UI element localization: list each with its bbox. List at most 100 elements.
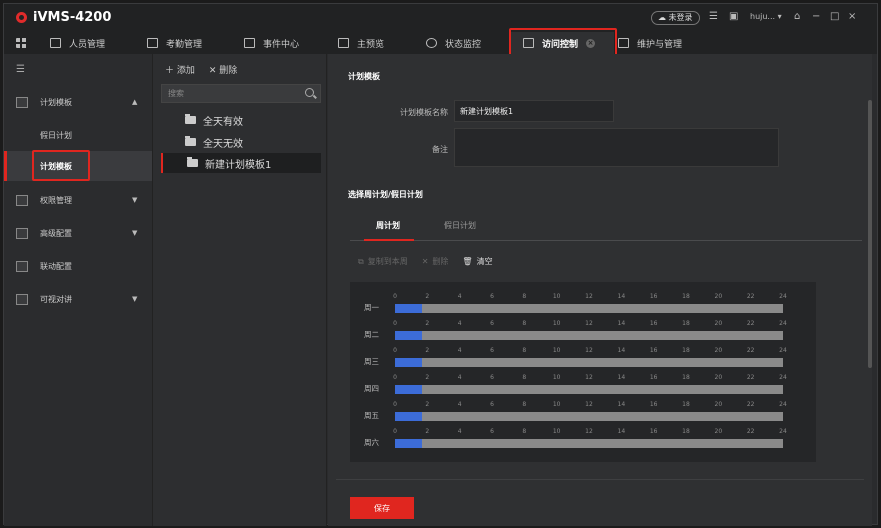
close-button[interactable]: × <box>848 12 856 22</box>
search-icon[interactable] <box>305 88 314 97</box>
day-row: 周三 0 2 4 6 8 10 12 14 16 18 20 22 24 <box>350 344 816 371</box>
hour-tick-label: 24 <box>779 428 787 435</box>
hour-tick-label: 6 <box>490 347 494 354</box>
sidebar-item-linkage[interactable]: 联动配置 <box>4 251 152 281</box>
sidebar-item-schedule-template[interactable]: 计划模板 ▲ <box>4 87 152 117</box>
day-row: 周二 0 2 4 6 8 10 12 14 16 18 20 22 24 <box>350 317 816 344</box>
search-input[interactable] <box>162 85 292 102</box>
tab-main-preview[interactable]: 主预览 <box>338 32 384 54</box>
hour-tick-label: 14 <box>617 374 626 381</box>
delete-schedule-button[interactable]: ✕ 删除 <box>422 256 449 267</box>
save-button[interactable]: 保存 <box>350 497 414 519</box>
lock-icon[interactable]: ⌂ <box>794 12 800 22</box>
list-item[interactable]: 全天有效 <box>161 110 321 130</box>
folder-icon <box>187 157 198 167</box>
hour-tick-label: 22 <box>746 401 755 408</box>
time-segment[interactable] <box>395 304 423 313</box>
time-segment[interactable] <box>395 412 423 421</box>
sidebar-item-label: 可视对讲 <box>40 294 72 304</box>
hour-tick-label: 2 <box>425 374 430 381</box>
week-schedule-grid[interactable]: 周一 0 2 4 6 8 10 12 14 16 18 20 22 24 周二 0 2 4 6 8 10 12 14 16 18… <box>350 282 816 462</box>
day-label: 周四 <box>364 384 379 393</box>
title-bar: iVMS-4200 ☁ 未登录 ☰ ▣ huju... ▾ ⌂ − □ × <box>4 4 877 32</box>
folder-icon <box>185 136 196 146</box>
day-timeline-bar[interactable] <box>395 331 783 340</box>
hour-tick-label: 12 <box>585 347 593 354</box>
copy-label: 复制到本周 <box>367 257 408 266</box>
sidebar-item-holiday-plan[interactable]: 假日计划 <box>4 120 152 150</box>
sidebar-item-permission[interactable]: 权限管理 ▼ <box>4 185 152 215</box>
remark-input[interactable] <box>454 128 779 167</box>
day-timeline-bar[interactable] <box>395 304 783 313</box>
menu-list-icon[interactable]: ☰ <box>709 12 718 22</box>
scrollbar[interactable] <box>868 100 872 368</box>
hour-tick-label: 12 <box>585 428 593 435</box>
tab-maintenance[interactable]: 维护与管理 <box>618 32 682 54</box>
tab-attendance[interactable]: 考勤管理 <box>147 32 202 54</box>
hour-tick-label: 6 <box>490 401 494 408</box>
sidebar-item-label: 高级配置 <box>40 228 72 238</box>
hour-tick-label: 24 <box>779 401 787 408</box>
image-icon[interactable]: ▣ <box>729 12 738 22</box>
hour-tick-label: 22 <box>746 374 755 381</box>
maximize-button[interactable]: □ <box>830 12 839 22</box>
day-row: 周五 0 2 4 6 8 10 12 14 16 18 20 22 24 <box>350 398 816 425</box>
day-timeline-bar[interactable] <box>395 439 783 448</box>
sidebar-item-label: 假日计划 <box>40 130 72 140</box>
hour-tick-label: 18 <box>682 347 690 354</box>
time-segment[interactable] <box>395 331 423 340</box>
time-segment[interactable] <box>395 439 423 448</box>
nav-home-grid[interactable] <box>16 32 27 54</box>
hour-tick-label: 0 <box>393 293 397 300</box>
minimize-button[interactable]: − <box>812 12 820 22</box>
day-timeline-bar[interactable] <box>395 385 783 394</box>
time-segment[interactable] <box>395 358 423 367</box>
hour-tick-label: 18 <box>682 374 690 381</box>
sidebar-item-intercom[interactable]: 可视对讲 ▼ <box>4 284 152 314</box>
list-item-selected[interactable]: 新建计划模板1 <box>161 153 321 173</box>
time-segment[interactable] <box>395 385 423 394</box>
hour-tick-label: 10 <box>552 293 561 300</box>
hour-tick-label: 22 <box>746 293 755 300</box>
chevron-up-icon: ▲ <box>132 98 138 106</box>
tab-person-management[interactable]: 人员管理 <box>50 32 105 54</box>
user-name: huju... <box>750 12 776 21</box>
day-label: 周六 <box>364 438 379 447</box>
remark-label: 备注 <box>432 145 448 154</box>
menu-collapse-icon[interactable]: ☰ <box>16 64 25 75</box>
hour-tick-label: 0 <box>393 347 397 354</box>
day-timeline-bar[interactable] <box>395 412 783 421</box>
hour-tick-label: 24 <box>779 347 787 354</box>
login-status-button[interactable]: ☁ 未登录 <box>651 11 700 25</box>
copy-to-week-button[interactable]: ⧉ 复制到本周 <box>358 256 408 267</box>
tab-label: 状态监控 <box>445 39 482 50</box>
tab-event-center[interactable]: 事件中心 <box>244 32 299 54</box>
chevron-down-icon: ▼ <box>132 196 138 204</box>
hour-tick-label: 4 <box>457 320 462 327</box>
copy-icon: ⧉ <box>358 256 364 266</box>
sidebar-item-label: 权限管理 <box>40 195 72 205</box>
hour-tick-label: 24 <box>779 293 787 300</box>
list-item[interactable]: 全天无效 <box>161 132 321 152</box>
hour-tick-label: 14 <box>617 293 626 300</box>
template-name-input[interactable]: 新建计划模板1 <box>454 100 614 122</box>
hour-tick-label: 14 <box>617 320 626 327</box>
hour-tick-label: 4 <box>457 374 462 381</box>
add-button[interactable]: ＋ 添加 <box>165 63 195 76</box>
tab-holiday-plan[interactable]: 假日计划 <box>444 220 476 231</box>
tab-label: 主预览 <box>357 39 385 50</box>
tab-status-monitor[interactable]: 状态监控 <box>426 32 481 54</box>
chevron-down-icon: ▼ <box>132 229 138 237</box>
tab-week-plan[interactable]: 周计划 <box>376 220 400 231</box>
bell-icon <box>244 38 255 48</box>
clear-button[interactable]: 🗑 清空 <box>462 256 492 267</box>
delete-label: 删除 <box>432 257 449 266</box>
hour-tick-label: 18 <box>682 320 690 327</box>
hour-tick-label: 6 <box>490 374 494 381</box>
hour-tick-label: 22 <box>746 347 755 354</box>
user-menu[interactable]: huju... ▾ <box>750 12 782 21</box>
day-timeline-bar[interactable] <box>395 358 783 367</box>
sidebar-item-advanced[interactable]: 高级配置 ▼ <box>4 218 152 248</box>
sidebar-item-label: 计划模板 <box>40 97 72 107</box>
delete-button[interactable]: ✕ 删除 <box>209 63 237 76</box>
